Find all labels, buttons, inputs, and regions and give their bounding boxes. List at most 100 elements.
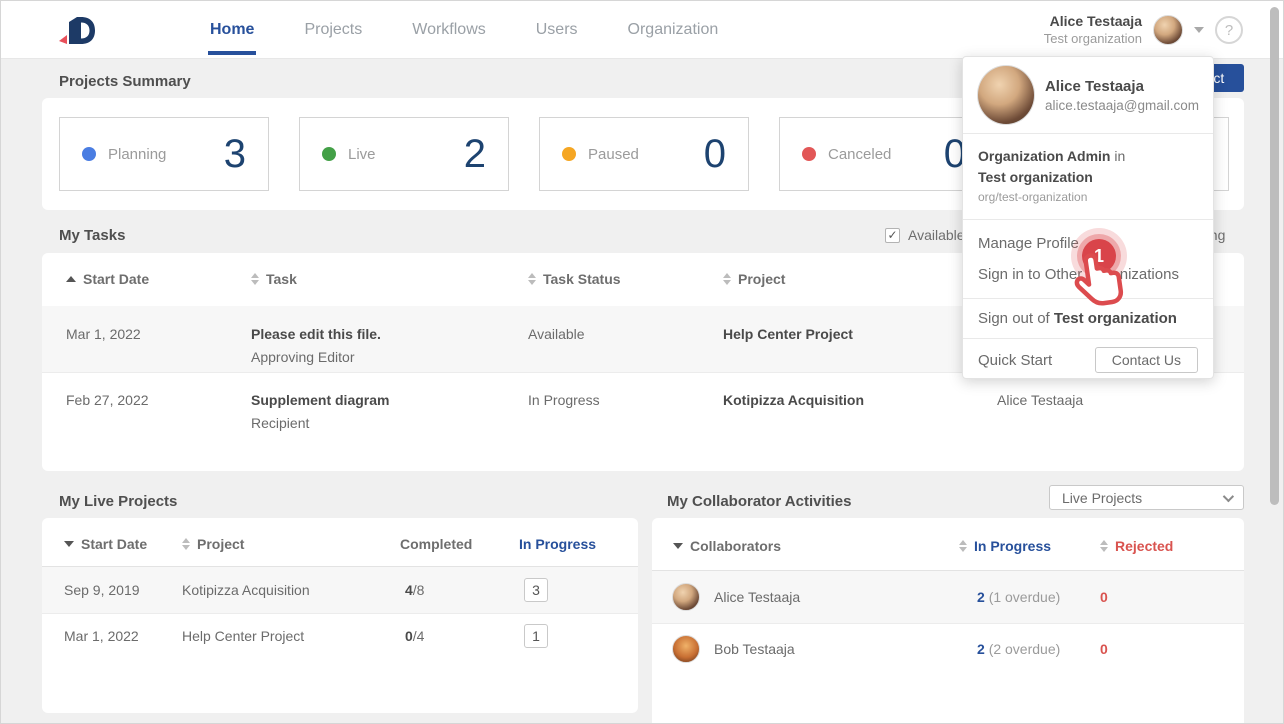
col-header-in-progress[interactable]: In Progress (959, 538, 1051, 554)
sort-both-icon (959, 540, 967, 552)
task-title: Please edit this file. (251, 326, 381, 342)
card-value: 3 (224, 132, 246, 177)
collaborator-in-progress: 2 (1 overdue) (977, 589, 1060, 605)
project-name: Help Center Project (182, 628, 304, 644)
col-header-collaborators[interactable]: Collaborators (673, 538, 781, 554)
col-label: In Progress (519, 536, 596, 552)
col-header-project[interactable]: Project (723, 271, 785, 287)
task-assignee: Alice Testaaja (997, 392, 1083, 408)
task-start-date: Mar 1, 2022 (66, 326, 141, 342)
project-start-date: Sep 9, 2019 (64, 582, 140, 598)
projects-summary-title: Projects Summary (59, 73, 191, 90)
menu-item-manage-profile[interactable]: Manage Profile (963, 228, 1213, 259)
col-header-project[interactable]: Project (182, 536, 244, 552)
completed-total: /8 (413, 582, 425, 598)
col-header-task[interactable]: Task (251, 271, 297, 287)
collaborator-row[interactable]: Alice Testaaja 2 (1 overdue) 0 (652, 571, 1244, 623)
user-menu-trigger[interactable]: Alice Testaaja Test organization ? (1044, 1, 1243, 59)
col-label: Completed (400, 536, 472, 552)
vertical-scrollbar-thumb[interactable] (1270, 7, 1279, 505)
contact-us-button[interactable]: Contact Us (1095, 347, 1198, 373)
card-label: Planning (108, 146, 166, 163)
my-live-projects-table: Start Date Project Completed In Progress… (42, 518, 638, 713)
col-header-completed[interactable]: Completed (400, 536, 472, 552)
collaborator-activities-title: My Collaborator Activities (667, 493, 851, 510)
col-header-rejected[interactable]: Rejected (1100, 538, 1173, 554)
col-header-start-date[interactable]: Start Date (64, 536, 147, 552)
sign-out-org: Test organization (1054, 310, 1177, 327)
in-progress-count: 2 (977, 641, 985, 657)
filter-available-checkbox[interactable]: ✓ Available (885, 227, 965, 243)
collaborator-name: Bob Testaaja (714, 641, 795, 657)
sort-both-icon (723, 273, 731, 285)
task-start-date: Feb 27, 2022 (66, 392, 149, 408)
user-text: Alice Testaaja Test organization (1044, 13, 1142, 47)
planning-status-dot (82, 147, 96, 161)
col-label: Start Date (81, 536, 147, 552)
col-label: Project (738, 271, 785, 287)
account-org-slug: org/test-organization (978, 188, 1198, 206)
nav-item-users[interactable]: Users (536, 1, 578, 59)
account-email: alice.testaaja@gmail.com (1045, 98, 1199, 113)
collaborator-in-progress: 2 (2 overdue) (977, 641, 1060, 657)
user-organization: Test organization (1044, 31, 1142, 47)
completed-done: 0 (405, 628, 413, 644)
menu-item-sign-out[interactable]: Sign out of Test organization (963, 299, 1213, 338)
summary-card-planning[interactable]: Planning 3 (59, 117, 269, 191)
sign-out-prefix: Sign out of (978, 310, 1054, 327)
col-header-start-date[interactable]: Start Date (66, 271, 149, 287)
sort-desc-icon (673, 543, 683, 549)
task-status: In Progress (528, 392, 600, 408)
menu-item-sign-in-other-organizations[interactable]: Sign in to Other Organizations (963, 259, 1213, 290)
nav-item-projects[interactable]: Projects (304, 1, 362, 59)
account-name: Alice Testaaja (1045, 78, 1199, 95)
task-row[interactable]: Feb 27, 2022 Supplement diagram Recipien… (42, 372, 1244, 438)
summary-card-canceled[interactable]: Canceled 0 (779, 117, 989, 191)
col-label: Task Status (543, 271, 621, 287)
col-label: Start Date (83, 271, 149, 287)
project-completed: 4/8 (405, 582, 424, 598)
chevron-down-icon[interactable] (1194, 27, 1204, 33)
summary-card-paused[interactable]: Paused 0 (539, 117, 749, 191)
summary-card-live[interactable]: Live 2 (299, 117, 509, 191)
account-profile-section: Alice Testaaja alice.testaaja@gmail.com (963, 57, 1213, 134)
overdue-note: (1 overdue) (989, 589, 1061, 605)
help-icon[interactable]: ? (1215, 16, 1243, 44)
select-value: Live Projects (1062, 490, 1142, 506)
in-progress-count-box[interactable]: 3 (524, 578, 548, 602)
my-tasks-title: My Tasks (59, 227, 125, 244)
task-status: Available (528, 326, 585, 342)
card-label: Paused (588, 146, 639, 163)
completed-total: /4 (413, 628, 425, 644)
col-header-in-progress[interactable]: In Progress (519, 536, 596, 552)
user-avatar[interactable] (1153, 15, 1183, 45)
col-label: Collaborators (690, 538, 781, 554)
nav-item-home[interactable]: Home (210, 1, 254, 59)
col-header-task-status[interactable]: Task Status (528, 271, 621, 287)
nav-item-workflows[interactable]: Workflows (412, 1, 486, 59)
user-name: Alice Testaaja (1044, 13, 1142, 31)
top-navigation-bar: Home Projects Workflows Users Organizati… (1, 1, 1283, 59)
collaborator-row[interactable]: Bob Testaaja 2 (2 overdue) 0 (652, 623, 1244, 675)
live-project-row[interactable]: Mar 1, 2022 Help Center Project 0/4 1 (42, 613, 638, 659)
account-avatar (977, 65, 1035, 125)
app-window: Home Projects Workflows Users Organizati… (0, 0, 1284, 724)
account-role-line: Organization Admin in (978, 146, 1198, 167)
in-progress-count-box[interactable]: 1 (524, 624, 548, 648)
paused-status-dot (562, 147, 576, 161)
main-nav: Home Projects Workflows Users Organizati… (210, 1, 718, 59)
collaborator-avatar (672, 635, 700, 663)
nav-item-organization[interactable]: Organization (628, 1, 719, 59)
my-live-projects-title: My Live Projects (59, 493, 177, 510)
sort-both-icon (1100, 540, 1108, 552)
canceled-status-dot (802, 147, 816, 161)
project-filter-select[interactable]: Live Projects (1049, 485, 1244, 510)
collaborator-name: Alice Testaaja (714, 589, 800, 605)
task-role: Recipient (251, 415, 309, 431)
company-logo-icon[interactable] (53, 10, 97, 55)
card-label: Live (348, 146, 376, 163)
sort-both-icon (182, 538, 190, 550)
live-project-row[interactable]: Sep 9, 2019 Kotipizza Acquisition 4/8 3 (42, 567, 638, 613)
project-name: Kotipizza Acquisition (182, 582, 310, 598)
menu-item-quick-start[interactable]: Quick Start (978, 352, 1052, 369)
